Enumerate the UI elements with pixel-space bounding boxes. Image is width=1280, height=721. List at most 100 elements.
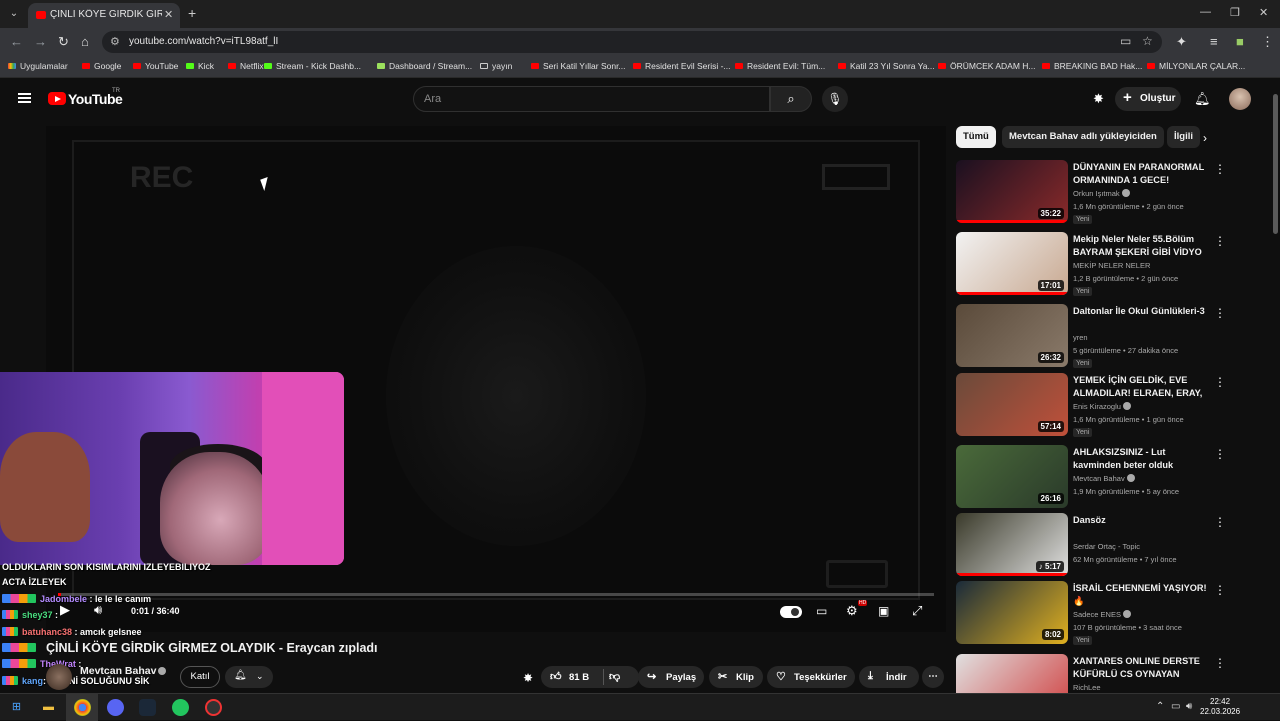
- autoplay-toggle[interactable]: [780, 606, 802, 618]
- page-scrollbar[interactable]: [1271, 78, 1280, 692]
- premium-sparkle-icon[interactable]: ✸: [1093, 91, 1104, 107]
- bookmark-item[interactable]: ÖRÜMCEK ADAM H...: [938, 61, 1035, 71]
- discord-icon[interactable]: [107, 699, 124, 716]
- video-thumbnail[interactable]: 26:32: [956, 304, 1068, 367]
- browser-tab[interactable]: ÇİNLİ KÖYE GİRDİK GİRMEZ OL ✕: [28, 3, 180, 28]
- close-tab-icon[interactable]: ✕: [164, 8, 173, 21]
- system-clock[interactable]: 22:42 22.03.2026: [1200, 697, 1240, 717]
- video-thumbnail[interactable]: ♪ 5:17: [956, 513, 1068, 576]
- extensions-icon[interactable]: ✦: [1176, 34, 1187, 50]
- more-options-icon[interactable]: ⋮: [1214, 375, 1226, 389]
- tray-chevron-icon[interactable]: ⌃: [1156, 701, 1164, 712]
- recommended-video[interactable]: 57:14 YEMEK İÇİN GELDİK, EVE ALMADILAR! E…: [956, 373, 1234, 439]
- theater-mode-icon[interactable]: ▣: [878, 604, 889, 618]
- more-options-icon[interactable]: ⋮: [1214, 656, 1226, 670]
- bookmark-item[interactable]: Stream - Kick Dashb...: [264, 61, 361, 71]
- windows-start-icon[interactable]: ⊞: [8, 699, 25, 716]
- bookmark-item[interactable]: Resident Evil Serisi -...: [633, 61, 731, 71]
- recommended-video[interactable]: 8:02 İSRAİL CEHENNEMİ YAŞIYOR! 🔥 Sadece EN…: [956, 581, 1234, 647]
- settings-gear-icon[interactable]: ⚙: [846, 603, 858, 619]
- bookmark-item[interactable]: Seri Katil Yıllar Sonr...: [531, 61, 626, 71]
- minimize-icon[interactable]: —: [1200, 6, 1211, 18]
- video-title[interactable]: Mekip Neler Neler 55.Bölüm BAYRAM ŞEKERİ…: [1073, 233, 1208, 259]
- channel-avatar[interactable]: [46, 664, 72, 690]
- channel-name[interactable]: Sadece ENES: [1073, 610, 1131, 619]
- bookmark-item[interactable]: Dashboard / Stream...: [377, 61, 472, 71]
- channel-name[interactable]: RichLee: [1073, 683, 1101, 692]
- youtube-logo-icon[interactable]: [48, 92, 66, 105]
- search-input[interactable]: Ara: [413, 86, 770, 112]
- recommended-video[interactable]: 17:01 Mekip Neler Neler 55.Bölüm BAYRAM Ş…: [956, 232, 1234, 298]
- back-icon[interactable]: ←: [10, 34, 23, 49]
- more-actions-icon[interactable]: ⋯: [922, 666, 944, 688]
- bookmark-item[interactable]: Uygulamalar: [8, 61, 68, 71]
- video-title[interactable]: YEMEK İÇİN GELDİK, EVE ALMADILAR! ELRAEN…: [1073, 374, 1208, 400]
- video-thumbnail[interactable]: 35:22: [956, 160, 1068, 223]
- recommended-video[interactable]: 26:16 AHLAKSIZSINIZ - Lut kavminden beter…: [956, 445, 1234, 511]
- reading-list-icon[interactable]: ≡: [1210, 34, 1218, 49]
- chip-from-uploader[interactable]: Mevtcan Bahav adlı yükleyiciden: [1002, 126, 1164, 148]
- url-text[interactable]: youtube.com/watch?v=iTL98atf_lI: [129, 36, 278, 47]
- profile-icon[interactable]: ■: [1236, 34, 1244, 49]
- more-options-icon[interactable]: ⋮: [1214, 162, 1226, 176]
- volume-tray-icon[interactable]: 🔊︎: [1186, 701, 1192, 712]
- video-title[interactable]: DÜNYANIN EN PARANORMAL ORMANINDA 1 GECE!: [1073, 161, 1208, 187]
- video-thumbnail[interactable]: 26:16: [956, 445, 1068, 508]
- join-button[interactable]: Katıl: [180, 666, 220, 688]
- subscribed-bell-button[interactable]: 🔔︎ ⌄: [225, 666, 273, 688]
- download-button[interactable]: ⤓ İndir: [859, 666, 919, 688]
- ask-sparkle-icon[interactable]: ✸: [523, 671, 533, 685]
- channel-name[interactable]: yren: [1073, 333, 1088, 342]
- like-icon[interactable]: 👍︎: [550, 670, 562, 683]
- chevron-right-icon[interactable]: ›: [1203, 131, 1207, 145]
- steam-icon[interactable]: [139, 699, 156, 716]
- chrome-icon[interactable]: [74, 699, 91, 716]
- bookmark-item[interactable]: Katil 23 Yıl Sonra Ya...: [838, 61, 935, 71]
- channel-name[interactable]: Mevtcan Bahav: [80, 665, 167, 677]
- forward-icon[interactable]: →: [34, 34, 47, 49]
- reload-icon[interactable]: ↻: [58, 34, 69, 50]
- share-button[interactable]: ↪ Paylaş: [638, 666, 704, 688]
- play-icon[interactable]: ▶: [60, 602, 70, 618]
- file-explorer-icon[interactable]: ▬: [40, 699, 57, 716]
- more-options-icon[interactable]: ⋮: [1214, 447, 1226, 461]
- channel-name[interactable]: Mevtcan Bahav: [1073, 474, 1135, 483]
- chip-related[interactable]: İlgili: [1167, 126, 1200, 148]
- cast-icon[interactable]: ▭: [1120, 34, 1131, 48]
- bookmark-item[interactable]: YouTube: [133, 61, 178, 71]
- bookmark-item[interactable]: yayın: [480, 61, 512, 71]
- bookmark-item[interactable]: MİLYONLAR ÇALAR...: [1147, 61, 1245, 71]
- tab-search-icon[interactable]: ⌄: [6, 6, 22, 22]
- recommended-video[interactable]: 26:32 Daltonlar İle Okul Günlükleri-3 yren…: [956, 304, 1234, 370]
- video-thumbnail[interactable]: 17:01: [956, 232, 1068, 295]
- progress-bar[interactable]: [58, 593, 934, 596]
- address-bar[interactable]: ⚙ youtube.com/watch?v=iTL98atf_lI ▭ ☆: [102, 31, 1162, 53]
- video-thumbnail[interactable]: 8:02: [956, 581, 1068, 644]
- more-options-icon[interactable]: ⋮: [1214, 583, 1226, 597]
- voice-search-button[interactable]: 🎙: [822, 86, 848, 112]
- dislike-icon[interactable]: 👎︎: [609, 670, 620, 683]
- channel-name[interactable]: MEKİP NELER NELER: [1073, 261, 1150, 270]
- search-button[interactable]: ⌕: [770, 86, 812, 112]
- kick-icon[interactable]: [172, 699, 189, 716]
- bookmark-star-icon[interactable]: ☆: [1142, 34, 1153, 48]
- subtitles-icon[interactable]: ▭: [816, 604, 827, 618]
- network-icon[interactable]: ▭: [1171, 701, 1180, 712]
- video-thumbnail[interactable]: 57:14: [956, 373, 1068, 436]
- more-options-icon[interactable]: ⋮: [1214, 234, 1226, 248]
- scrollbar-thumb[interactable]: [1273, 94, 1278, 234]
- channel-name[interactable]: Enis Kirazoglu: [1073, 402, 1131, 411]
- video-title[interactable]: İSRAİL CEHENNEMİ YAŞIYOR! 🔥: [1073, 582, 1208, 608]
- bookmark-item[interactable]: Google: [82, 61, 121, 71]
- clip-button[interactable]: ✂ Klip: [709, 666, 763, 688]
- fullscreen-icon[interactable]: ⤢: [912, 603, 922, 619]
- obs-icon[interactable]: [205, 699, 222, 716]
- channel-name[interactable]: Orkun Işıtmak: [1073, 189, 1130, 198]
- site-info-icon[interactable]: ⚙: [110, 35, 120, 48]
- recommended-video[interactable]: ♪ 5:17 Dansöz Serdar Ortaç - Topic 62 Mn gö…: [956, 513, 1234, 579]
- volume-icon[interactable]: 🔊︎: [94, 602, 102, 618]
- restore-icon[interactable]: ❐: [1230, 6, 1240, 19]
- close-window-icon[interactable]: ✕: [1259, 6, 1268, 19]
- video-title[interactable]: Dansöz: [1073, 514, 1208, 527]
- more-options-icon[interactable]: ⋮: [1214, 306, 1226, 320]
